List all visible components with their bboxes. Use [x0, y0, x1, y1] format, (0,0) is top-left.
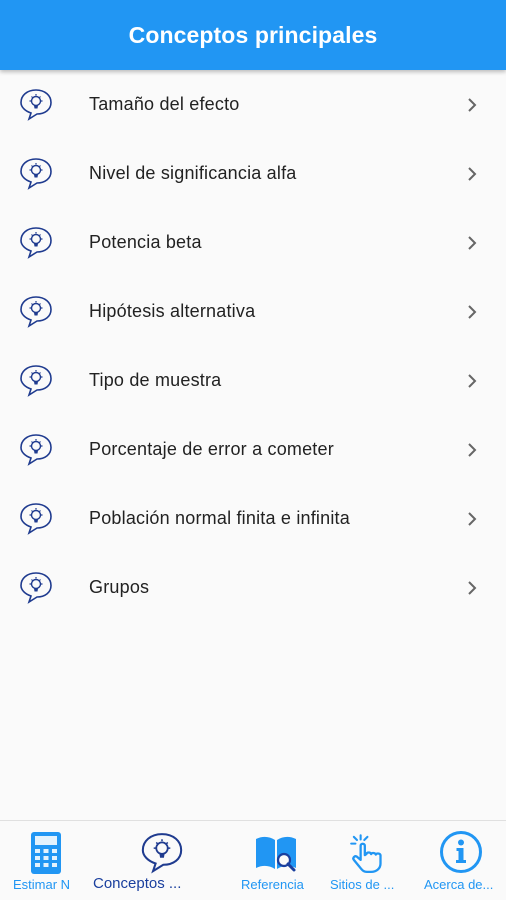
chevron-right-icon [468, 304, 477, 319]
tap-hand-icon [350, 834, 382, 874]
nav-item-conceptos[interactable]: Conceptos ... [92, 821, 212, 900]
nav-label: Estimar N [13, 877, 71, 892]
app-bar: Conceptos principales [0, 0, 506, 70]
nav-label: Sitios de ... [330, 877, 395, 892]
list-item-label: Nivel de significancia alfa [89, 163, 297, 183]
list-item[interactable]: Porcentaje de error a cometer [0, 415, 506, 484]
page-title: Conceptos principales [128, 21, 378, 48]
chevron-right-icon [468, 580, 477, 595]
calculator-icon [31, 832, 61, 874]
idea-bubble-icon [20, 434, 52, 466]
chevron-right-icon [468, 97, 477, 112]
nav-label: Referencia [241, 877, 304, 892]
idea-bubble-icon [20, 296, 52, 328]
nav-label: Acerca de... [424, 877, 494, 892]
chevron-right-icon [468, 166, 477, 181]
nav-item-sitios[interactable]: Sitios de ... [322, 821, 412, 900]
list-item[interactable]: Población normal finita e infinita [0, 484, 506, 553]
info-icon [440, 831, 482, 873]
chevron-right-icon [468, 373, 477, 388]
list-item-label: Población normal finita e infinita [89, 508, 350, 528]
chevron-right-icon [468, 235, 477, 250]
bottom-navigation: Estimar N Conceptos ... Referencia Sitio… [0, 820, 506, 900]
nav-label: Conceptos ... [93, 875, 182, 892]
list-item[interactable]: Tamaño del efecto [0, 70, 506, 139]
idea-bubble-icon [20, 365, 52, 397]
list-item[interactable]: Nivel de significancia alfa [0, 139, 506, 208]
idea-bubble-icon [20, 227, 52, 259]
idea-bubble-icon [20, 572, 52, 604]
list-item-label: Grupos [89, 577, 150, 597]
book-search-icon [256, 836, 296, 872]
concept-list: Tamaño del efecto Nivel de significancia… [0, 70, 506, 622]
list-item[interactable]: Potencia beta [0, 208, 506, 277]
list-item[interactable]: Hipótesis alternativa [0, 277, 506, 346]
idea-bubble-icon [141, 833, 183, 874]
idea-bubble-icon [20, 89, 52, 121]
chevron-right-icon [468, 442, 477, 457]
list-item-label: Porcentaje de error a cometer [89, 439, 334, 459]
list-item-label: Hipótesis alternativa [89, 301, 256, 321]
nav-item-referencia[interactable]: Referencia [236, 821, 316, 900]
list-item-label: Tamaño del efecto [89, 94, 240, 114]
nav-item-estimar-n[interactable]: Estimar N [0, 821, 92, 900]
list-item-label: Potencia beta [89, 232, 202, 252]
list-item[interactable]: Tipo de muestra [0, 346, 506, 415]
idea-bubble-icon [20, 158, 52, 190]
list-item[interactable]: Grupos [0, 553, 506, 622]
list-item-label: Tipo de muestra [89, 370, 222, 390]
idea-bubble-icon [20, 503, 52, 535]
nav-item-acerca[interactable]: Acerca de... [418, 821, 506, 900]
chevron-right-icon [468, 511, 477, 526]
